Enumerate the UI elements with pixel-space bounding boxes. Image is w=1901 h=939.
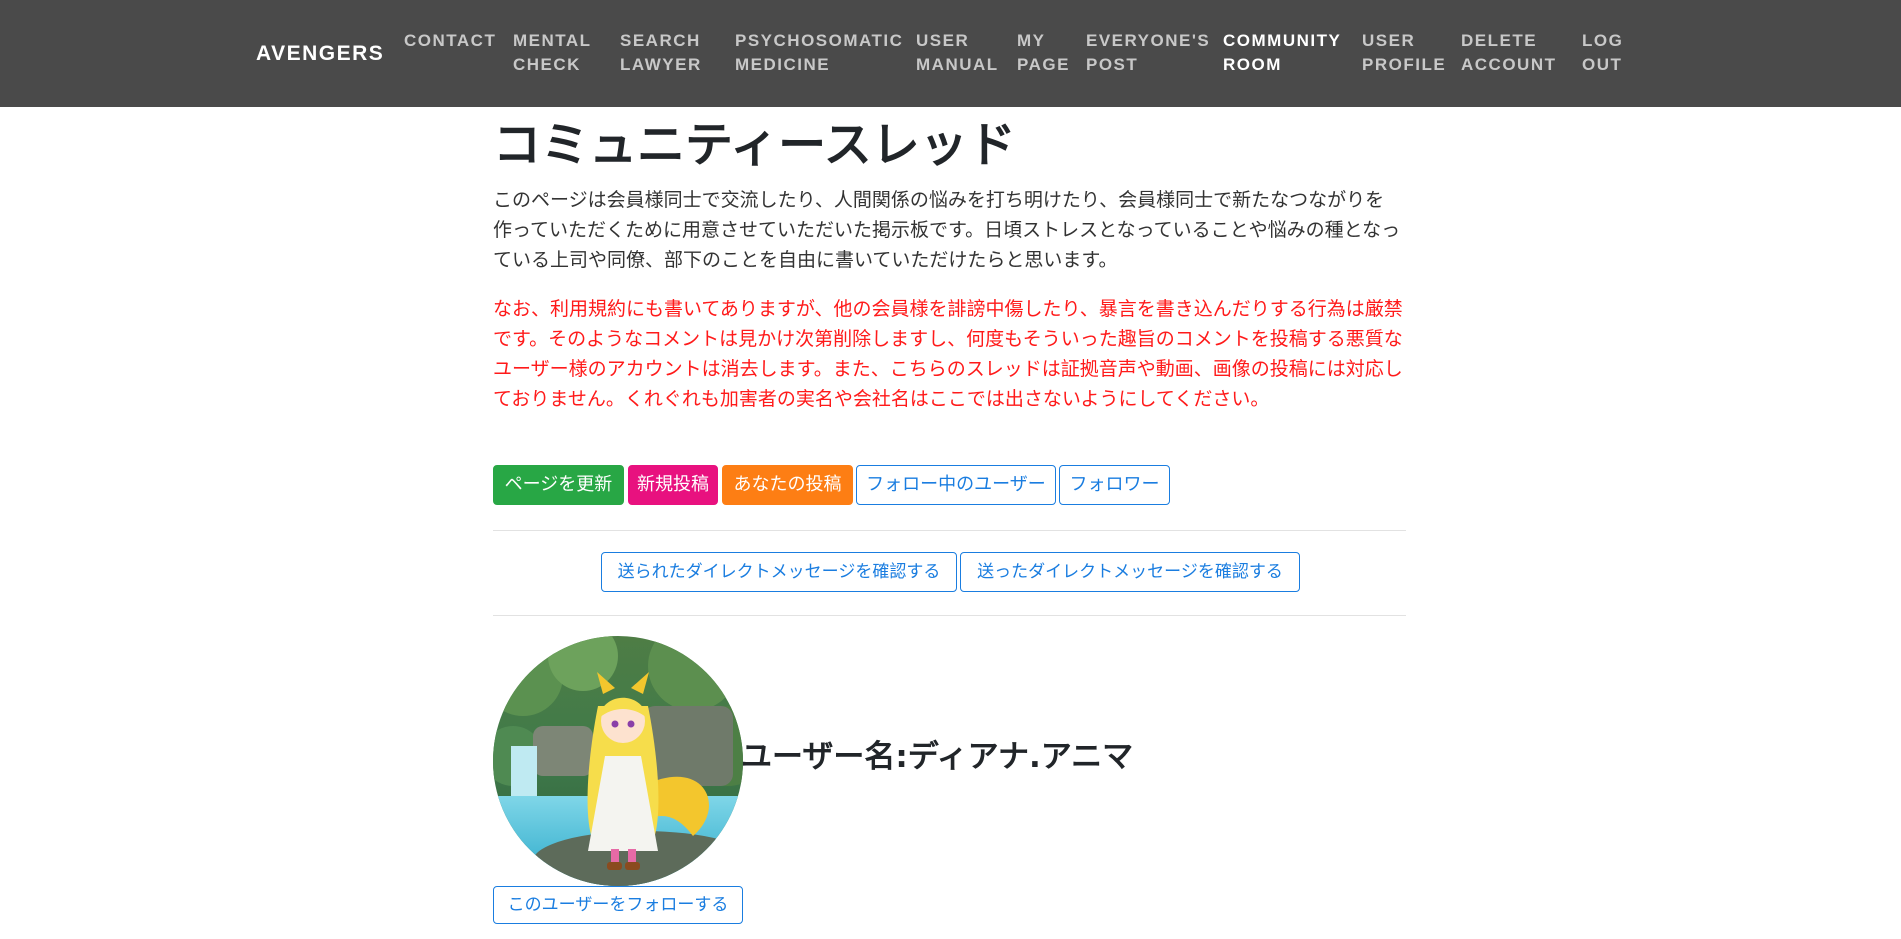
nav-my-page[interactable]: MY PAGE [1017, 29, 1070, 77]
nav-label: PSYCHOSOMATIC [735, 31, 904, 50]
nav-label: MY [1017, 31, 1046, 50]
nav-label: PROFILE [1362, 55, 1447, 74]
nav-label: CONTACT [404, 31, 497, 50]
nav-community-room[interactable]: COMMUNITY ROOM [1223, 29, 1341, 77]
divider [493, 615, 1406, 616]
your-posts-button[interactable]: あなたの投稿 [722, 465, 853, 505]
avatar-image [493, 636, 743, 886]
nav-label: LAWYER [620, 55, 702, 74]
nav-log-out[interactable]: LOG OUT [1582, 29, 1623, 77]
nav-label: USER [916, 31, 970, 50]
refresh-page-button[interactable]: ページを更新 [493, 465, 624, 505]
nav-label: DELETE [1461, 31, 1538, 50]
intro-text: このページは会員様同士で交流したり、人間関係の悩みを打ち明けたり、会員様同士で新… [493, 189, 1401, 271]
nav-user-profile[interactable]: USER PROFILE [1362, 29, 1446, 77]
nav-label: SEARCH [620, 31, 701, 50]
nav-label: MANUAL [916, 55, 999, 74]
nav-contact[interactable]: CONTACT [404, 29, 496, 53]
nav-label: OUT [1582, 55, 1623, 74]
nav-delete-account[interactable]: DELETE ACCOUNT [1461, 29, 1557, 77]
nav-search-lawyer[interactable]: SEARCH LAWYER [620, 29, 702, 77]
nav-label: COMMUNITY [1223, 31, 1342, 50]
nav-user-manual[interactable]: USER MANUAL [916, 29, 999, 77]
nav-label: EVERYONE'S [1086, 31, 1211, 50]
nav-everyones-post[interactable]: EVERYONE'S POST [1086, 29, 1210, 77]
nav-label: CHECK [513, 55, 581, 74]
nav-psychosomatic-medicine[interactable]: PSYCHOSOMATIC MEDICINE [735, 29, 903, 77]
followers-button[interactable]: フォロワー [1059, 465, 1170, 505]
nav-label: MEDICINE [735, 55, 831, 74]
page-title: コミュニティースレッド [493, 117, 1016, 173]
follow-user-button[interactable]: このユーザーをフォローする [493, 886, 743, 924]
new-post-button[interactable]: 新規投稿 [628, 465, 718, 505]
following-users-button[interactable]: フォロー中のユーザー [856, 465, 1056, 505]
nav-mental-check[interactable]: MENTAL CHECK [513, 29, 592, 77]
nav-label: USER [1362, 31, 1416, 50]
divider [493, 530, 1406, 531]
user-name: ユーザー名:ディアナ.アニマ [741, 739, 1134, 775]
nav-label: MENTAL [513, 31, 592, 50]
sent-dm-button[interactable]: 送ったダイレクトメッセージを確認する [960, 552, 1300, 592]
nav-label: PAGE [1017, 55, 1070, 74]
nav-label: ROOM [1223, 55, 1282, 74]
user-avatar [493, 636, 743, 886]
brand-logo[interactable]: AVENGERS [256, 42, 384, 66]
warning-text: なお、利用規約にも書いてありますが、他の会員様を誹謗中傷したり、暴言を書き込んだ… [493, 298, 1403, 410]
top-navbar: AVENGERS CONTACT MENTAL CHECK SEARCH LAW… [0, 0, 1901, 107]
received-dm-button[interactable]: 送られたダイレクトメッセージを確認する [601, 552, 957, 592]
nav-label: POST [1086, 55, 1139, 74]
nav-label: LOG [1582, 31, 1624, 50]
nav-label: ACCOUNT [1461, 55, 1557, 74]
